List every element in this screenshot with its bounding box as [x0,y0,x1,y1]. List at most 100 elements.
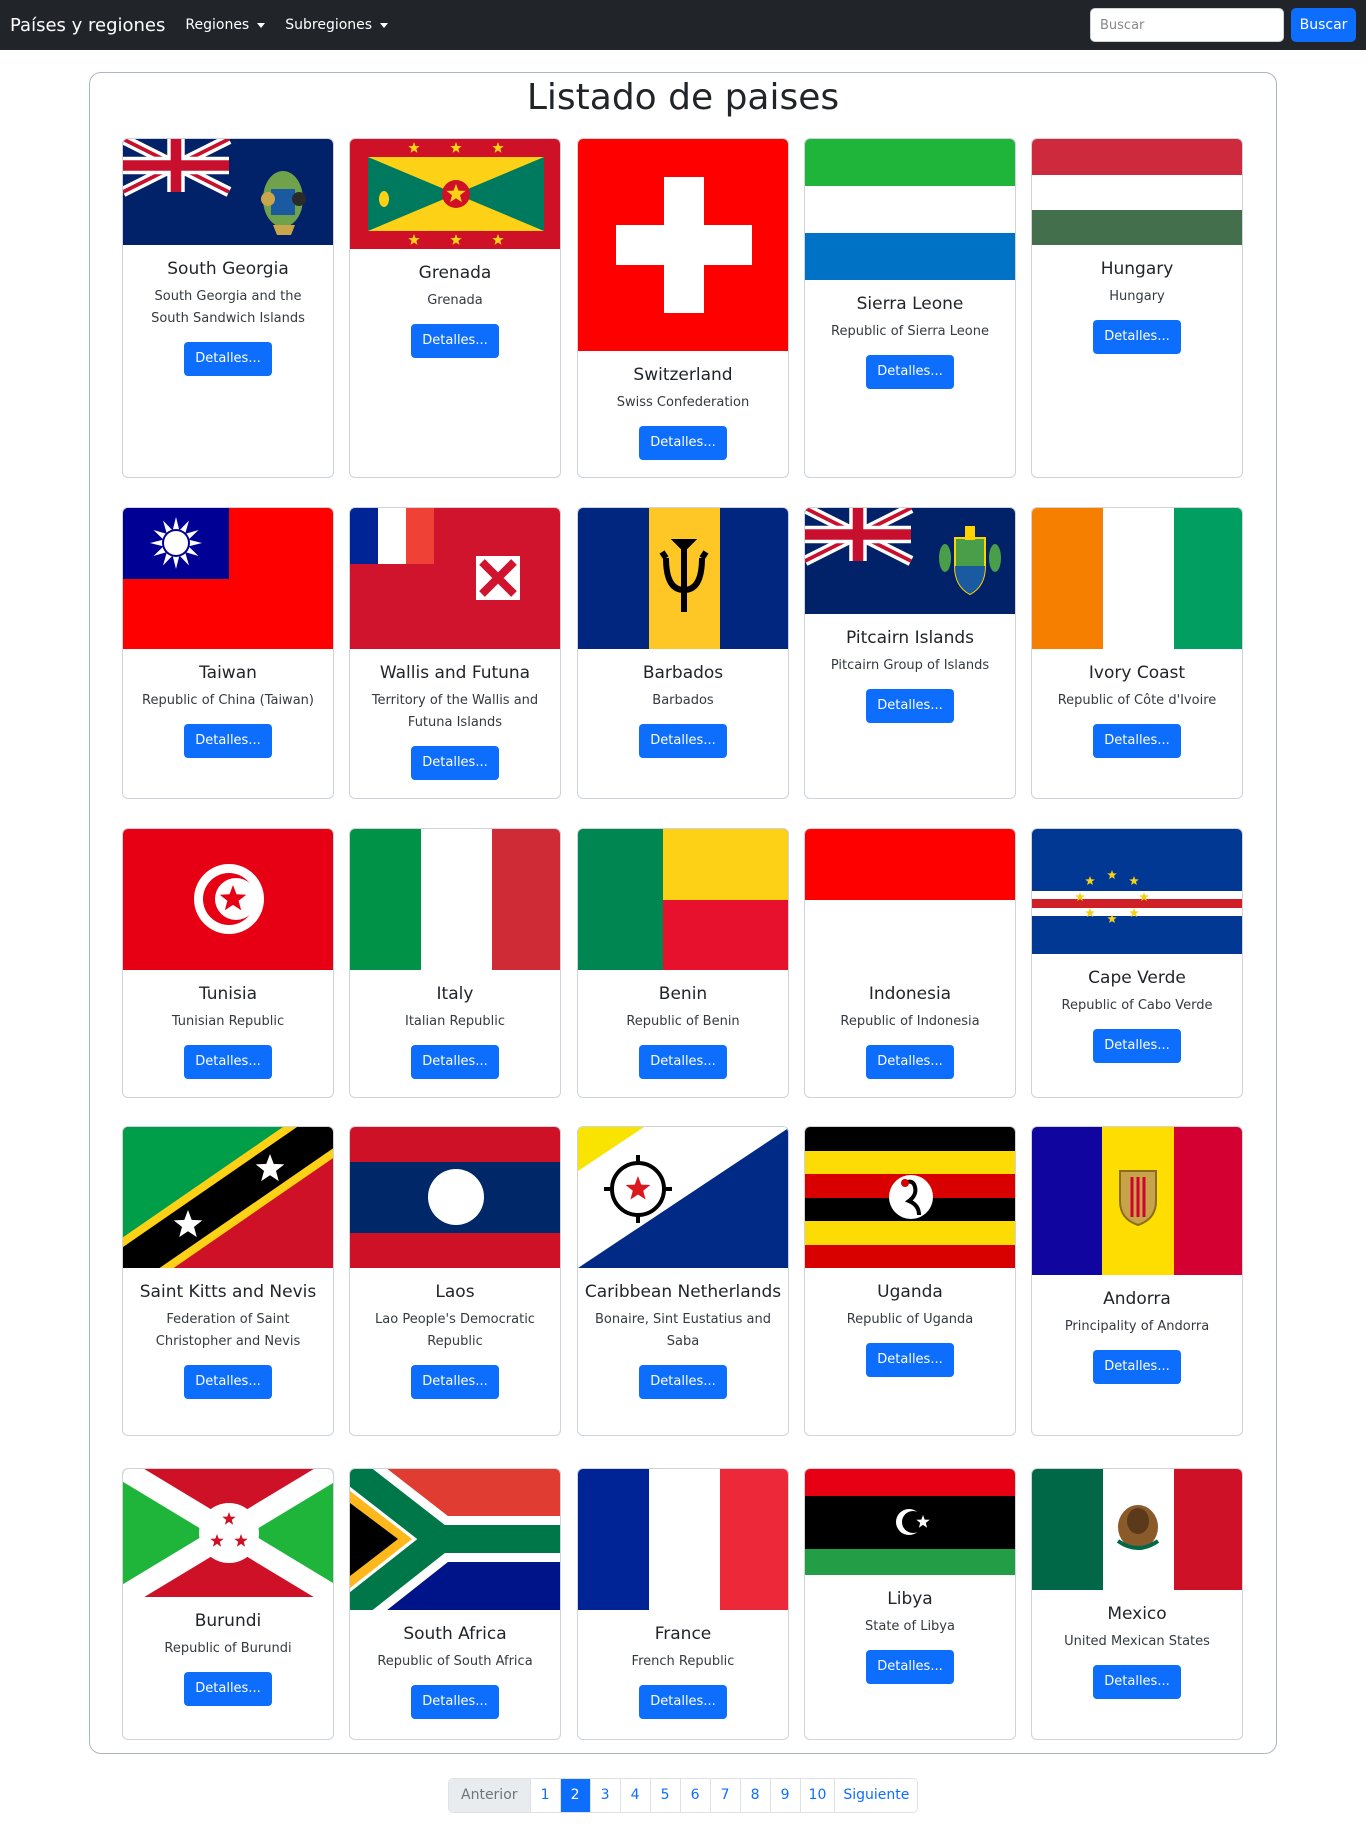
pagination: Anterior 1 2 3 4 5 6 7 8 9 10 Siguiente [448,1778,919,1813]
country-name: Tunisia [198,984,258,1004]
country-card: Saint Kitts and Nevis Federation of Sain… [122,1126,334,1436]
search-button[interactable]: Buscar [1291,8,1356,42]
details-button[interactable]: Detalles... [866,355,954,389]
country-official-name: Principality of Andorra [1064,1319,1210,1334]
details-button[interactable]: Detalles... [1093,320,1181,354]
france-flag [578,1469,788,1610]
page-link[interactable]: 4 [619,1779,650,1812]
country-name: Italy [436,984,474,1004]
details-button[interactable]: Detalles... [639,1365,727,1399]
countries-panel: Listado de paises South Georgia South Ge… [89,72,1277,1754]
details-button[interactable]: Detalles... [639,1685,727,1719]
details-button[interactable]: Detalles... [1093,1350,1181,1384]
details-button[interactable]: Detalles... [411,746,499,780]
details-button[interactable]: Detalles... [639,724,727,758]
regiones-label: Regiones [185,17,250,33]
country-name: Burundi [194,1611,262,1631]
country-official-name: Hungary [1109,289,1165,304]
country-official-name: State of Libya [865,1619,955,1634]
page-title: Listado de paises [526,77,840,118]
country-card: Uganda Republic of Uganda Detalles... [804,1126,1016,1436]
page-link[interactable]: 10 [799,1779,835,1812]
indonesia-flag [805,829,1015,970]
details-button[interactable]: Detalles... [184,342,272,376]
barbados-flag [578,508,788,649]
page-link[interactable]: 3 [589,1779,620,1812]
burundi-flag [123,1469,333,1597]
laos-flag [350,1127,560,1268]
details-button[interactable]: Detalles... [411,1045,499,1079]
andorra-flag [1032,1127,1242,1275]
country-card: Burundi Republic of Burundi Detalles... [122,1468,334,1740]
pagination-previous[interactable]: Anterior [449,1779,530,1812]
country-card: Tunisia Tunisian Republic Detalles... [122,828,334,1098]
details-button[interactable]: Detalles... [184,1672,272,1706]
south-georgia-flag [123,139,333,245]
country-card: Caribbean Netherlands Bonaire, Sint Eust… [577,1126,789,1436]
details-button[interactable]: Detalles... [411,1365,499,1399]
country-name: South Georgia [167,259,289,279]
country-card: Sierra Leone Republic of Sierra Leone De… [804,138,1016,478]
country-name: Uganda [877,1282,943,1302]
country-name: Wallis and Futuna [379,663,531,683]
details-button[interactable]: Detalles... [639,1045,727,1079]
details-button[interactable]: Detalles... [411,324,499,358]
details-button[interactable]: Detalles... [639,426,727,460]
tunisia-flag [123,829,333,970]
page-link[interactable]: 7 [709,1779,740,1812]
country-card: Hungary Hungary Detalles... [1031,138,1243,478]
benin-flag [578,829,788,970]
country-official-name: South Georgia and the South Sandwich Isl… [151,289,305,326]
country-official-name: Territory of the Wallis and Futuna Islan… [371,693,539,730]
details-button[interactable]: Detalles... [866,1343,954,1377]
libya-flag [805,1469,1015,1575]
country-card: South Africa Republic of South Africa De… [349,1468,561,1740]
switzerland-flag [578,139,788,351]
country-name: Cape Verde [1088,968,1186,988]
regiones-dropdown[interactable]: Regiones [185,17,266,33]
country-name: Sierra Leone [856,294,964,314]
details-button[interactable]: Detalles... [866,1650,954,1684]
country-card: Grenada Grenada Detalles... [349,138,561,478]
country-official-name: Tunisian Republic [171,1014,285,1029]
country-official-name: Republic of Benin [626,1014,740,1029]
country-official-name: Italian Republic [404,1014,506,1029]
country-card: Ivory Coast Republic of Côte d'Ivoire De… [1031,507,1243,799]
details-button[interactable]: Detalles... [184,1365,272,1399]
country-name: Barbados [642,663,724,683]
country-official-name: Barbados [652,693,714,708]
details-button[interactable]: Detalles... [1093,724,1181,758]
country-card: Indonesia Republic of Indonesia Detalles… [804,828,1016,1098]
details-button[interactable]: Detalles... [411,1685,499,1719]
taiwan-flag [123,508,333,649]
details-button[interactable]: Detalles... [1093,1665,1181,1699]
details-button[interactable]: Detalles... [866,1045,954,1079]
details-button[interactable]: Detalles... [1093,1029,1181,1063]
pagination-next[interactable]: Siguiente [834,1779,918,1812]
country-card: Mexico United Mexican States Detalles... [1031,1468,1243,1740]
page-link-active[interactable]: 2 [559,1779,590,1812]
country-name: Indonesia [868,984,952,1004]
search-input[interactable] [1090,8,1284,42]
country-name: Grenada [418,263,492,283]
ivory-coast-flag [1032,508,1242,649]
page-link[interactable]: 1 [529,1779,560,1812]
pitcairn-flag [805,508,1015,614]
page-link[interactable]: 8 [739,1779,770,1812]
chevron-down-icon [257,22,266,28]
navbar-brand[interactable]: Países y regiones [10,15,165,36]
country-name: Libya [887,1589,933,1609]
country-card: Laos Lao People's Democratic Republic De… [349,1126,561,1436]
country-name: Saint Kitts and Nevis [139,1282,317,1302]
subregiones-dropdown[interactable]: Subregiones [285,17,389,33]
country-name: Switzerland [633,365,733,385]
page-link[interactable]: 5 [649,1779,680,1812]
country-card: Barbados Barbados Detalles... [577,507,789,799]
page-link[interactable]: 6 [679,1779,710,1812]
details-button[interactable]: Detalles... [184,724,272,758]
sierra-leone-flag [805,139,1015,280]
details-button[interactable]: Detalles... [866,689,954,723]
details-button[interactable]: Detalles... [184,1045,272,1079]
country-card: Italy Italian Republic Detalles... [349,828,561,1098]
page-link[interactable]: 9 [769,1779,800,1812]
